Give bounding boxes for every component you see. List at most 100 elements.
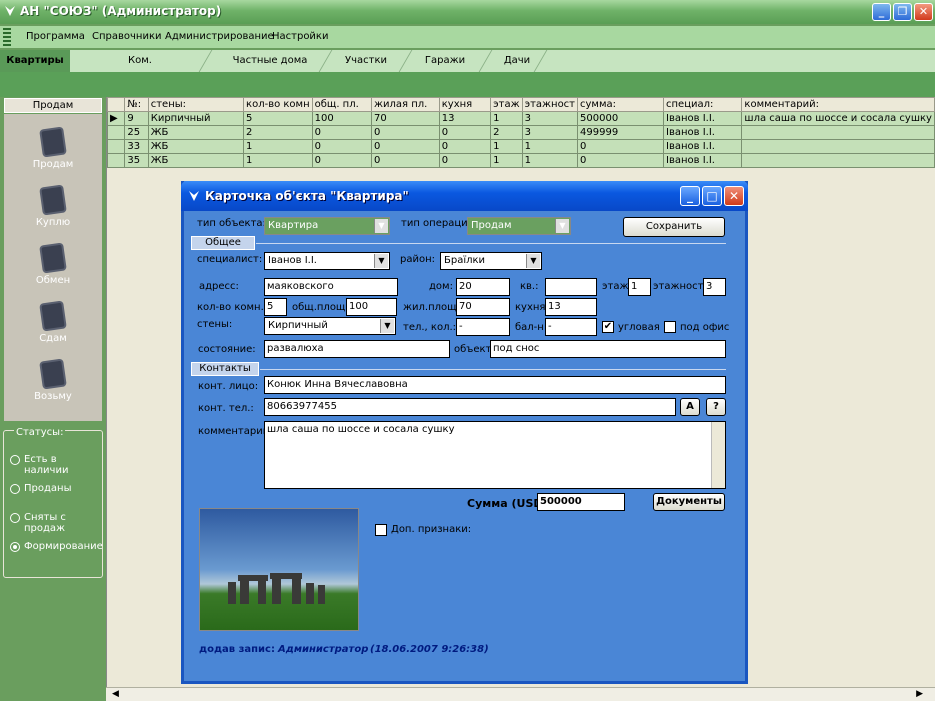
cell[interactable]: Іванов І.І.	[662, 125, 743, 140]
apt-input[interactable]	[545, 278, 597, 296]
table-row[interactable]: 33 ЖБ 1 0 0 0 1 1 0 Іванов І.І.	[106, 139, 935, 154]
cell[interactable]: шла саша по шоссе и сосала сушку	[741, 111, 935, 126]
op-type-select[interactable]: Продам ▼	[467, 217, 571, 235]
cell[interactable]: 1	[243, 153, 313, 168]
cell[interactable]: 0	[438, 125, 492, 140]
cell[interactable]: 1	[243, 139, 313, 154]
table-row[interactable]: 25 ЖБ 2 0 0 0 2 3 499999 Іванов І.І.	[106, 125, 935, 140]
cell[interactable]: 1	[521, 153, 579, 168]
cell[interactable]: Іванов І.І.	[662, 139, 743, 154]
cell[interactable]: 0	[577, 153, 664, 168]
cell[interactable]: Іванов І.І.	[662, 153, 743, 168]
op-rent[interactable]: Возьму	[4, 358, 102, 402]
cell[interactable]: 2	[490, 125, 523, 140]
cell[interactable]: 0	[438, 153, 492, 168]
col-header[interactable]: сумма:	[577, 97, 664, 112]
phone-count-input[interactable]: -	[456, 318, 510, 336]
tab-private-houses[interactable]: Частные дома	[220, 50, 320, 72]
cell[interactable]: 9	[124, 111, 149, 126]
save-button[interactable]: Сохранить	[623, 217, 725, 237]
cell[interactable]: 0	[438, 139, 492, 154]
cell[interactable]: 100	[311, 111, 373, 126]
dialog-titlebar[interactable]: Карточка об'єкта "Квартира" _ □ ✕	[181, 181, 748, 211]
close-icon[interactable]: ✕	[914, 3, 933, 21]
dialog-close-icon[interactable]: ✕	[724, 186, 744, 206]
specialist-select[interactable]: Іванов І.І. ▼	[264, 252, 390, 270]
comment-scrollbar[interactable]	[711, 422, 725, 488]
col-header[interactable]: стены:	[147, 97, 245, 112]
living-area-input[interactable]: 70	[456, 298, 510, 316]
radio-forming[interactable]	[10, 542, 20, 552]
cell[interactable]: 33	[124, 139, 149, 154]
radio-sold[interactable]	[10, 484, 20, 494]
window-titlebar[interactable]: АН "СОЮЗ" (Администратор) _ ❐ ✕	[0, 0, 935, 24]
cell[interactable]: 0	[371, 153, 440, 168]
cell[interactable]: ЖБ	[147, 125, 245, 140]
col-header[interactable]: специал:	[662, 97, 743, 112]
floor-input[interactable]: 1	[628, 278, 651, 296]
radio-in-stock[interactable]	[10, 455, 20, 465]
menu-settings[interactable]: Настройки	[272, 31, 328, 42]
cell[interactable]: 0	[311, 153, 373, 168]
dialog-maximize-icon[interactable]: □	[702, 186, 722, 206]
cell[interactable]: 500000	[577, 111, 664, 126]
cell[interactable]: 1	[490, 111, 523, 126]
cell[interactable]: 5	[243, 111, 313, 126]
extra-features-checkbox[interactable]	[375, 524, 387, 536]
cell[interactable]: 2	[243, 125, 313, 140]
rooms-input[interactable]: 5	[264, 298, 287, 316]
menu-references[interactable]: Справочники	[92, 31, 162, 42]
menu-admin[interactable]: Администрирование	[165, 31, 274, 42]
cell[interactable]: 0	[371, 125, 440, 140]
help-button[interactable]: ?	[706, 398, 726, 416]
cell[interactable]: 1	[521, 139, 579, 154]
table-row[interactable]: 35 ЖБ 1 0 0 0 1 1 0 Іванов І.І.	[106, 153, 935, 168]
col-header[interactable]: этажност	[521, 97, 579, 112]
cell[interactable]: 3	[521, 111, 579, 126]
cell[interactable]	[741, 153, 935, 168]
total-area-input[interactable]: 100	[346, 298, 397, 316]
corner-checkbox[interactable]: ✔	[602, 321, 614, 333]
obj-type-select[interactable]: Квартира ▼	[264, 217, 390, 235]
cell[interactable]: Кирпичный	[147, 111, 245, 126]
col-header[interactable]: комментарий:	[741, 97, 935, 112]
cell[interactable]	[741, 125, 935, 140]
cell[interactable]: 0	[311, 125, 373, 140]
restore-icon[interactable]: ❐	[893, 3, 912, 21]
col-header[interactable]: кухня	[438, 97, 492, 112]
cell[interactable]: 70	[371, 111, 440, 126]
contact-phone-input[interactable]: 80663977455	[264, 398, 676, 416]
tab-commercial[interactable]: Ком. недвижимость	[90, 50, 190, 88]
cell[interactable]: 25	[124, 125, 149, 140]
cell[interactable]: ЖБ	[147, 139, 245, 154]
balcony-input[interactable]: -	[545, 318, 597, 336]
menu-program[interactable]: Программа	[26, 31, 85, 42]
col-header[interactable]: жилая пл.	[371, 97, 440, 112]
col-header[interactable]: №:	[124, 97, 149, 112]
radio-withdrawn[interactable]	[10, 513, 20, 523]
op-buy[interactable]: Куплю	[4, 184, 102, 228]
op-rent-out[interactable]: Сдам	[4, 300, 102, 344]
district-select[interactable]: Браїлки ▼	[440, 252, 542, 270]
cell[interactable]: 0	[577, 139, 664, 154]
dialog-minimize-icon[interactable]: _	[680, 186, 700, 206]
contact-person-input[interactable]: Конюк Инна Вячеславовна	[264, 376, 726, 394]
property-photo[interactable]	[199, 508, 359, 631]
cell[interactable]: 13	[438, 111, 492, 126]
col-header[interactable]: этаж	[490, 97, 523, 112]
walls-select[interactable]: Кирпичный ▼	[264, 317, 396, 335]
address-input[interactable]: маяковского	[264, 278, 398, 296]
cell[interactable]	[741, 139, 935, 154]
cell[interactable]: 1	[490, 139, 523, 154]
tab-dachas[interactable]: Дачи	[467, 50, 567, 72]
cell[interactable]: 0	[311, 139, 373, 154]
sum-input[interactable]: 500000	[537, 493, 625, 511]
a-button[interactable]: A	[680, 398, 700, 416]
office-checkbox[interactable]	[664, 321, 676, 333]
tab-apartments[interactable]: Квартиры	[0, 50, 70, 72]
cell[interactable]: 1	[490, 153, 523, 168]
scroll-left-icon[interactable]: ◀	[112, 689, 119, 699]
comment-textarea[interactable]: шла саша по шоссе и сосала сушку	[264, 421, 726, 489]
object-input[interactable]: под снос	[490, 340, 726, 358]
cell[interactable]: 3	[521, 125, 579, 140]
